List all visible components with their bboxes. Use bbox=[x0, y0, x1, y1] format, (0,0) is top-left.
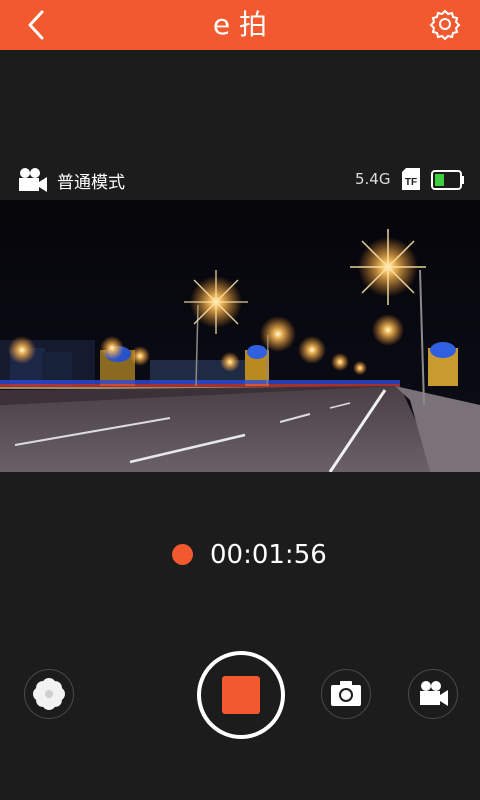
night-road-scene bbox=[0, 200, 480, 472]
storage-remaining: 5.4G bbox=[355, 170, 391, 188]
video-mode-button[interactable] bbox=[408, 669, 458, 719]
take-photo-button[interactable] bbox=[321, 669, 371, 719]
sd-card-icon: TF bbox=[402, 168, 420, 190]
camera-icon bbox=[331, 681, 361, 706]
filter-button[interactable] bbox=[24, 669, 74, 719]
gear-icon bbox=[429, 9, 461, 41]
battery-icon bbox=[431, 170, 464, 190]
video-camera-icon bbox=[420, 681, 448, 706]
stop-record-button[interactable] bbox=[197, 651, 285, 739]
status-bar: 普通模式 5.4G TF bbox=[0, 160, 480, 200]
video-camera-icon bbox=[19, 168, 47, 192]
camera-preview bbox=[0, 200, 480, 472]
recording-mode-label: 普通模式 bbox=[57, 173, 125, 193]
settings-button[interactable] bbox=[428, 7, 462, 41]
recording-indicator-icon bbox=[172, 544, 193, 565]
flower-icon bbox=[33, 678, 65, 710]
svg-text:TF: TF bbox=[405, 177, 417, 188]
elapsed-time: 00:01:56 bbox=[210, 540, 327, 570]
page-title: e 拍 bbox=[212, 8, 268, 41]
top-bar: e 拍 bbox=[0, 0, 480, 50]
stop-record-icon bbox=[222, 676, 260, 714]
